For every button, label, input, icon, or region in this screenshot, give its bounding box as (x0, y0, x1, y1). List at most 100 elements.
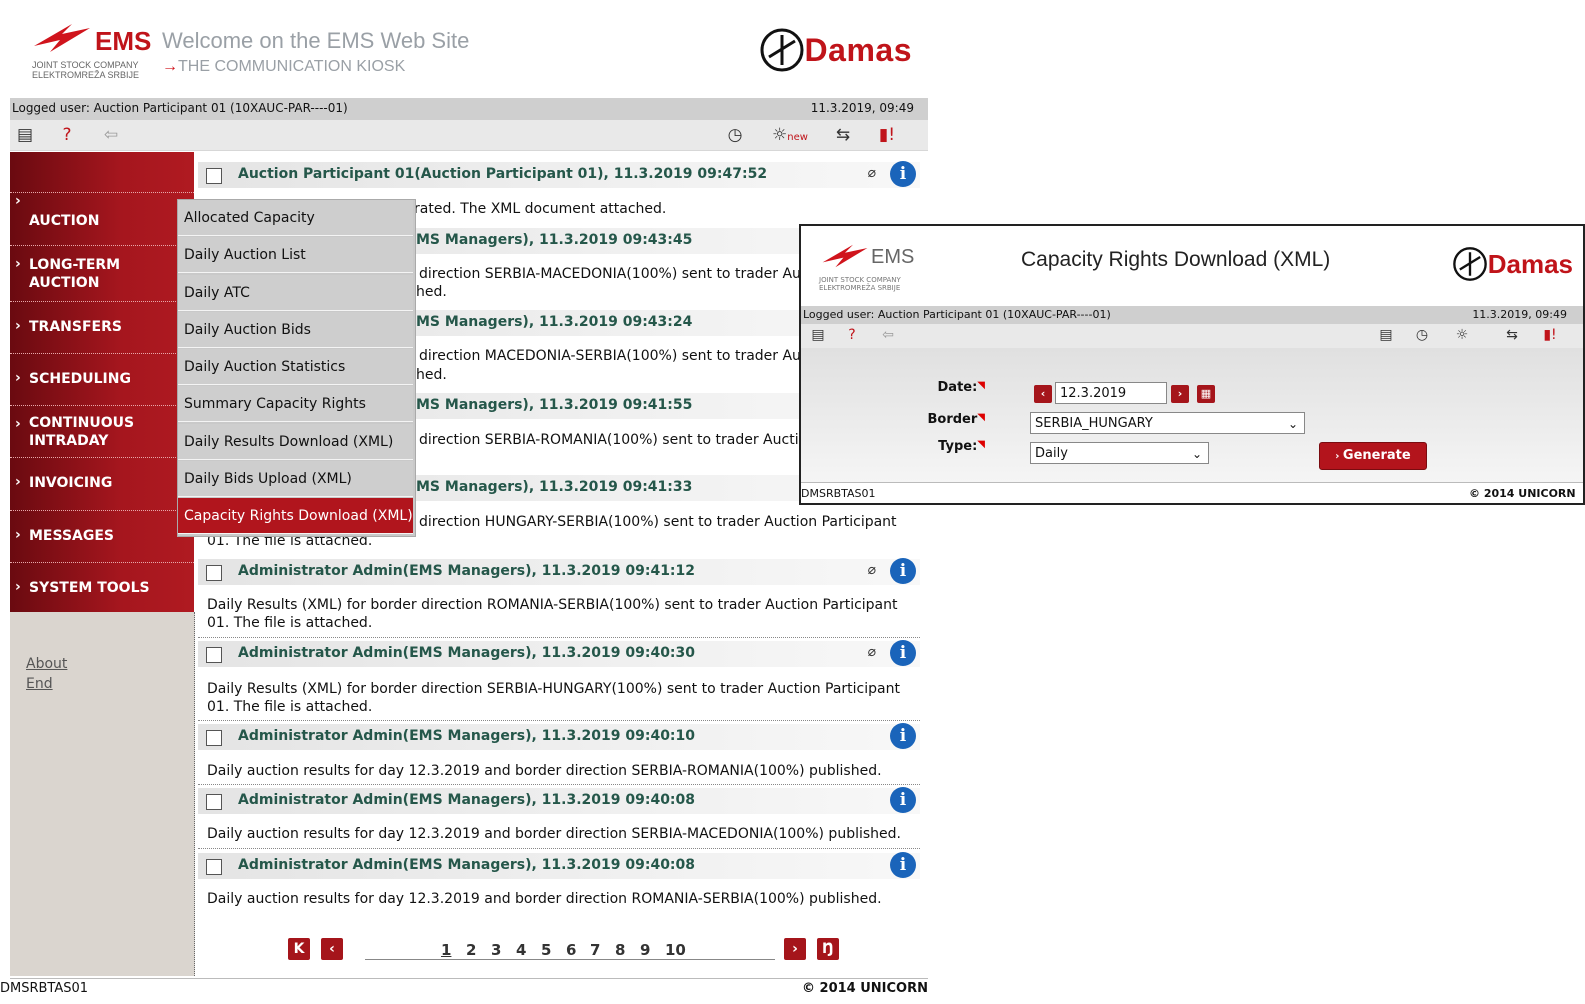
help-icon[interactable]: ? (56, 124, 78, 146)
attachment-icon[interactable]: ⌀ (868, 644, 876, 660)
popup-datetime: 11.3.2019, 09:49 (1472, 308, 1567, 321)
message-header: Administrator Admin(EMS Managers), 11.3.… (198, 723, 920, 750)
message-checkbox[interactable] (206, 168, 222, 184)
prev-page-button[interactable]: ‹ (321, 938, 343, 960)
transfer-icon[interactable]: ⇆ (1501, 324, 1523, 346)
info-icon[interactable]: i (890, 852, 916, 878)
damas-propeller-icon (760, 28, 804, 72)
message-title[interactable]: Administrator Admin(EMS Managers), 11.3.… (238, 792, 695, 808)
info-icon[interactable]: i (890, 723, 916, 749)
message-title[interactable]: MS Managers), 11.3.2019 09:43:24 (416, 314, 692, 330)
popup-ems-subtitle: JOINT STOCK COMPANY ELEKTROMREŽA SRBIJE (819, 276, 901, 292)
message-title[interactable]: MS Managers), 11.3.2019 09:41:55 (416, 397, 692, 413)
message-checkbox[interactable] (206, 565, 222, 581)
toolbar: ▤ ? ⇦ ◷ ☼new ⇆ ▮! (10, 120, 928, 151)
attachment-icon[interactable]: ⌀ (868, 165, 876, 181)
sidebar-item-transfers[interactable]: › TRANSFERS (10, 301, 194, 354)
menu-item-daily-auction-statistics[interactable]: Daily Auction Statistics (178, 349, 413, 385)
message-title[interactable]: Administrator Admin(EMS Managers), 11.3.… (238, 728, 695, 744)
message-header: Administrator Admin(EMS Managers), 11.3.… (198, 787, 920, 814)
menu-item-allocated-capacity[interactable]: Allocated Capacity (178, 200, 413, 236)
page-3[interactable]: 3 (491, 941, 501, 959)
next-page-button[interactable]: › (784, 938, 806, 960)
info-icon[interactable]: i (890, 161, 916, 187)
message-body: Daily auction results for day 12.3.2019 … (207, 826, 901, 842)
sidebar-item-invoicing[interactable]: › INVOICING (10, 457, 194, 511)
back-arrow-icon[interactable]: ⇦ (877, 324, 899, 346)
sidebar-item-auction[interactable]: › AUCTION (10, 192, 194, 246)
menu-item-daily-bids-upload[interactable]: Daily Bids Upload (XML) (178, 461, 413, 497)
message-title[interactable]: Administrator Admin(EMS Managers), 11.3.… (238, 645, 695, 661)
help-icon[interactable]: ? (841, 324, 863, 346)
sidebar-item-system-tools[interactable]: › SYSTEM TOOLS (10, 562, 194, 613)
new-bulb-icon[interactable]: ☼ (1451, 324, 1473, 346)
popup-toolbar: ▤ ? ⇦ ▤ ◷ ☼ ⇆ ▮! (801, 324, 1583, 348)
clock-icon[interactable]: ◷ (1411, 324, 1433, 346)
document-icon[interactable]: ▤ (14, 124, 36, 146)
ems-lightning-icon (822, 244, 868, 268)
page-5[interactable]: 5 (541, 941, 551, 959)
first-page-button[interactable]: K (288, 938, 310, 960)
message-title[interactable]: Administrator Admin(EMS Managers), 11.3.… (238, 857, 695, 873)
message-header: Administrator Admin(EMS Managers), 11.3.… (198, 558, 920, 585)
info-icon[interactable]: i (890, 558, 916, 584)
page-2[interactable]: 2 (466, 941, 476, 959)
date-input[interactable]: 12.3.2019 (1055, 382, 1167, 404)
new-bulb-icon[interactable]: ☼new (772, 124, 808, 146)
date-next-button[interactable]: › (1171, 385, 1189, 403)
page-8[interactable]: 8 (615, 941, 625, 959)
popup-server-id: DMSRBTAS01 (801, 487, 876, 500)
border-select[interactable]: SERBIA_HUNGARY ⌄ (1030, 412, 1305, 434)
type-select[interactable]: Daily ⌄ (1030, 442, 1209, 464)
message-body: rated. The XML document attached. (414, 201, 667, 217)
last-page-button[interactable]: Ŋ (817, 938, 839, 960)
message-title[interactable]: MS Managers), 11.3.2019 09:41:33 (416, 479, 692, 495)
info-icon[interactable]: i (890, 787, 916, 813)
alert-book-icon[interactable]: ▮! (1539, 324, 1561, 346)
message-divider (198, 784, 920, 785)
current-datetime: 11.3.2019, 09:49 (810, 101, 914, 115)
calendar-icon[interactable]: ▦ (1197, 385, 1215, 403)
chevron-down-icon: ⌄ (1191, 447, 1202, 461)
message-title[interactable]: MS Managers), 11.3.2019 09:43:45 (416, 232, 692, 248)
message-checkbox[interactable] (206, 730, 222, 746)
message-title[interactable]: Administrator Admin(EMS Managers), 11.3.… (238, 563, 695, 579)
page-4[interactable]: 4 (516, 941, 526, 959)
attachment-icon[interactable]: ⌀ (868, 562, 876, 578)
page-1[interactable]: 1 (441, 941, 451, 959)
menu-item-daily-auction-bids[interactable]: Daily Auction Bids (178, 312, 413, 348)
print-icon[interactable]: ▤ (1375, 324, 1397, 346)
alert-book-icon[interactable]: ▮! (876, 124, 898, 146)
page-6[interactable]: 6 (566, 941, 576, 959)
message-title[interactable]: Auction Participant 01(Auction Participa… (238, 166, 767, 182)
menu-item-summary-capacity-rights[interactable]: Summary Capacity Rights (178, 386, 413, 422)
page-9[interactable]: 9 (640, 941, 650, 959)
about-link[interactable]: About (26, 656, 67, 672)
message-checkbox[interactable] (206, 859, 222, 875)
end-link[interactable]: End (26, 676, 53, 692)
date-prev-button[interactable]: ‹ (1034, 385, 1052, 403)
page-7[interactable]: 7 (590, 941, 600, 959)
message-body: Daily auction results for day 12.3.2019 … (207, 763, 882, 779)
sidebar-item-scheduling[interactable]: › SCHEDULING (10, 353, 194, 406)
play-icon: › (1335, 451, 1343, 462)
document-icon[interactable]: ▤ (807, 324, 829, 346)
generate-button[interactable]: › Generate (1319, 442, 1427, 470)
user-bar: Logged user: Auction Participant 01 (10X… (10, 98, 928, 120)
menu-item-daily-atc[interactable]: Daily ATC (178, 275, 413, 311)
sidebar-item-messages[interactable]: › MESSAGES (10, 510, 194, 563)
back-arrow-icon[interactable]: ⇦ (100, 124, 122, 146)
message-checkbox[interactable] (206, 647, 222, 663)
page-footer: DMSRBTAS01 © 2014 UNICORN (0, 978, 928, 999)
message-checkbox[interactable] (206, 794, 222, 810)
menu-item-capacity-rights-download[interactable]: Capacity Rights Download (XML) (178, 498, 413, 534)
sidebar-item-continuous-intraday[interactable]: › CONTINUOUS INTRADAY (10, 405, 194, 458)
clock-icon[interactable]: ◷ (724, 124, 746, 146)
menu-item-daily-results-download[interactable]: Daily Results Download (XML) (178, 424, 413, 460)
message-header: Auction Participant 01(Auction Participa… (198, 161, 920, 188)
transfer-icon[interactable]: ⇆ (832, 124, 854, 146)
sidebar-item-long-term-auction[interactable]: › LONG-TERM AUCTION (10, 245, 194, 302)
menu-item-daily-auction-list[interactable]: Daily Auction List (178, 237, 413, 273)
info-icon[interactable]: i (890, 640, 916, 666)
page-10[interactable]: 10 (665, 941, 686, 959)
